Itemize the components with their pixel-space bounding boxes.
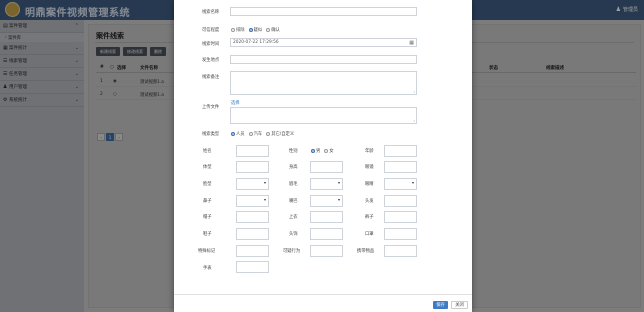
attr-headwear-input[interactable] (310, 228, 343, 240)
option-label: 汽车 (253, 132, 263, 137)
attr-glasses-label: 眼镜 (365, 165, 374, 170)
attr-height-input[interactable] (310, 161, 343, 173)
attr-name-label: 姓名 (203, 149, 212, 154)
remark-textarea[interactable]: ⌟ (230, 71, 417, 95)
attr-behavior-label: 可疑行为 (283, 249, 301, 254)
attr-age-label: 年龄 (365, 149, 374, 154)
attr-carry-label: 携带物品 (357, 249, 375, 254)
attr-hand-input[interactable] (236, 261, 269, 273)
attr-top-label: 上衣 (289, 215, 298, 220)
attr-eyebrow-label: 眉毛 (289, 182, 298, 187)
radio-icon (324, 149, 329, 153)
gender-radio-group: 男 女 (311, 148, 334, 154)
location-label: 发生地点 (202, 58, 220, 63)
credibility-radio-group: 排除 疑似 确认 (231, 27, 280, 33)
credibility-option-confirm[interactable]: 确认 (266, 27, 280, 33)
radio-checked-icon (231, 132, 235, 136)
dropdown-arrow-icon: ▾ (337, 197, 340, 202)
resize-handle-icon[interactable]: ⌟ (413, 89, 415, 93)
location-input[interactable] (230, 55, 417, 64)
attr-hair-input[interactable] (384, 195, 417, 207)
attr-build-label: 体型 (203, 165, 212, 170)
upload-file-list[interactable]: ⌟ (230, 107, 417, 124)
radio-checked-icon (248, 28, 253, 32)
attr-chin-select[interactable]: ▾ (310, 195, 343, 207)
option-label: 人员 (236, 132, 245, 137)
dropdown-arrow-icon: ▾ (337, 180, 340, 185)
save-button[interactable]: 保存 (433, 301, 448, 309)
type-option-person[interactable]: 人员 (231, 131, 245, 137)
clue-name-input[interactable] (230, 7, 417, 16)
attr-build-input[interactable] (236, 161, 269, 173)
attr-height-label: 身高 (289, 165, 298, 170)
option-label: 其它/自定义 (271, 132, 295, 137)
choose-file-link[interactable]: 选择 (231, 100, 240, 106)
clue-time-value: 2020-07-22 17:29:56 (233, 40, 279, 45)
attr-face-label: 脸型 (203, 182, 212, 187)
gender-option-female[interactable]: 女 (324, 148, 334, 154)
attr-glasses-input[interactable] (384, 161, 417, 173)
resize-handle-icon[interactable]: ⌟ (413, 118, 415, 122)
attr-shoes-input[interactable] (236, 228, 269, 240)
credibility-option-exclude[interactable]: 排除 (231, 27, 245, 33)
attr-name-input[interactable] (236, 145, 269, 157)
attr-nose-label: 鼻子 (203, 199, 212, 204)
gender-option-male[interactable]: 男 (311, 148, 320, 154)
attr-eyes-label: 眼睛 (365, 182, 374, 187)
clue-edit-dialog: 线索名称 可信程度 排除 疑似 确认 线索时间 2020-07-22 17:29… (174, 0, 472, 312)
type-option-car[interactable]: 汽车 (248, 131, 263, 137)
upload-label: 上传文件 (202, 105, 220, 110)
attr-hair-label: 头发 (365, 199, 374, 204)
option-label: 男 (316, 149, 321, 154)
remark-label: 线索备注 (202, 75, 220, 80)
credibility-option-suspect[interactable]: 疑似 (248, 27, 263, 33)
radio-checked-icon (311, 149, 315, 153)
option-label: 排除 (236, 28, 245, 33)
footer-divider (174, 294, 472, 295)
attr-pants-label: 裤子 (365, 215, 374, 220)
attr-headwear-label: 头饰 (289, 232, 298, 237)
clue-type-label: 线索类型 (202, 132, 220, 137)
attr-eyebrow-select[interactable]: ▾ (310, 178, 343, 190)
option-label: 女 (329, 149, 334, 154)
clue-type-radio-group: 人员 汽车 其它/自定义 (231, 131, 294, 137)
attr-hand-label: 手表 (203, 266, 212, 271)
option-label: 确认 (271, 28, 280, 33)
radio-icon (248, 132, 253, 136)
attr-face-select[interactable]: ▾ (236, 178, 269, 190)
radio-icon (266, 132, 271, 136)
option-label: 疑似 (253, 28, 263, 33)
attr-mask-input[interactable] (384, 228, 417, 240)
clue-time-label: 线索时间 (202, 42, 220, 47)
clue-time-input[interactable]: 2020-07-22 17:29:56 ▦ (230, 38, 417, 47)
attr-hat-label: 帽子 (203, 215, 212, 220)
attr-nose-select[interactable]: ▾ (236, 195, 269, 207)
dropdown-arrow-icon: ▾ (411, 180, 414, 185)
attr-behavior-input[interactable] (310, 245, 343, 257)
attr-top-input[interactable] (310, 211, 343, 223)
credibility-label: 可信程度 (202, 28, 220, 33)
attr-age-input[interactable] (384, 145, 417, 157)
attr-eyes-select[interactable]: ▾ (384, 178, 417, 190)
dropdown-arrow-icon: ▾ (263, 180, 266, 185)
attr-gender-label: 性别 (289, 149, 298, 154)
attr-special-input[interactable] (236, 245, 269, 257)
attr-hat-input[interactable] (236, 211, 269, 223)
radio-icon (231, 28, 235, 32)
attr-special-label: 特殊标记 (198, 249, 216, 254)
close-button[interactable]: 关闭 (451, 301, 468, 309)
attr-shoes-label: 鞋子 (203, 232, 212, 237)
dropdown-arrow-icon: ▾ (263, 197, 266, 202)
calendar-icon[interactable]: ▦ (409, 40, 414, 46)
clue-name-label: 线索名称 (202, 10, 220, 15)
radio-icon (266, 28, 271, 32)
type-option-other[interactable]: 其它/自定义 (266, 131, 294, 137)
attr-chin-label: 嘴巴 (289, 199, 298, 204)
attr-pants-input[interactable] (384, 211, 417, 223)
attr-mask-label: 口罩 (365, 232, 374, 237)
attr-carry-input[interactable] (384, 245, 417, 257)
